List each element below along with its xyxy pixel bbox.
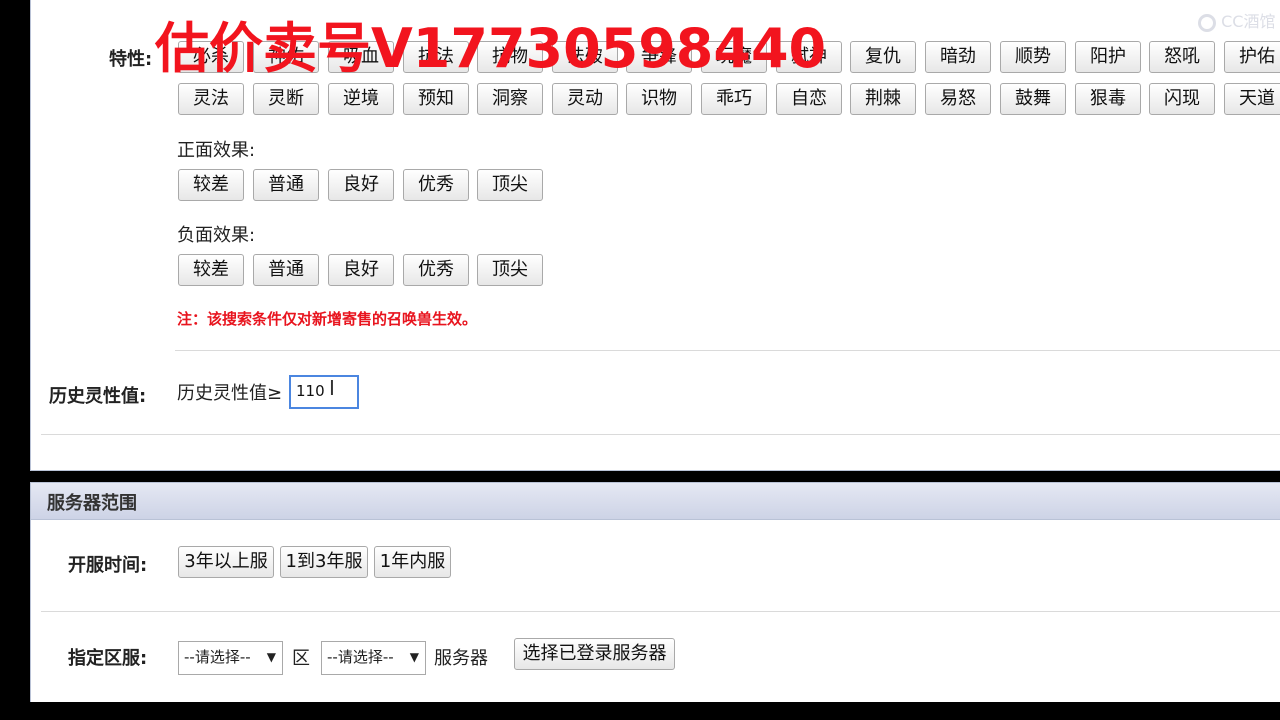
trait-button[interactable]: 天道 [1224, 83, 1280, 115]
positive-effect-button[interactable]: 普通 [253, 169, 319, 201]
dropdown-arrow-icon: ▼ [409, 650, 419, 664]
trait-button[interactable]: 识物 [626, 83, 692, 115]
negative-effect-button[interactable]: 普通 [253, 254, 319, 286]
trait-button[interactable]: 护佑 [1224, 41, 1280, 73]
trait-button[interactable]: 怒吼 [1149, 41, 1215, 73]
zone-unit: 区 [292, 648, 310, 669]
positive-effect-label: 正面效果: [177, 140, 256, 161]
divider [175, 350, 1280, 351]
text-cursor-icon: I [329, 376, 335, 400]
open-time-button[interactable]: 1年内服 [374, 546, 451, 578]
trait-button[interactable]: 灵动 [552, 83, 618, 115]
server-unit: 服务器 [434, 648, 488, 669]
trait-button[interactable]: 复仇 [850, 41, 916, 73]
zone-select-value: --请选择-- [184, 648, 251, 666]
positive-effect-button[interactable]: 较差 [178, 169, 244, 201]
dropdown-arrow-icon: ▼ [266, 650, 276, 664]
logo-text: CC酒馆 [1221, 12, 1276, 31]
zone-label: 指定区服: [68, 648, 148, 669]
history-spirit-input[interactable]: 110 [289, 375, 359, 409]
server-range-header: 服务器范围 [31, 482, 1280, 520]
server-range-title: 服务器范围 [47, 493, 137, 514]
watermark-text: 估价卖号V17730598440 [155, 17, 827, 80]
open-time-button[interactable]: 3年以上服 [178, 546, 274, 578]
negative-effect-button[interactable]: 良好 [328, 254, 394, 286]
zone-select[interactable]: --请选择-- ▼ [178, 641, 283, 675]
negative-effect-label: 负面效果: [177, 225, 256, 246]
select-logged-server-button[interactable]: 选择已登录服务器 [514, 638, 675, 670]
trait-button[interactable]: 顺势 [1000, 41, 1066, 73]
history-spirit-label: 历史灵性值: [49, 386, 147, 407]
trait-button[interactable]: 暗劲 [925, 41, 991, 73]
divider [41, 434, 1280, 435]
trait-button[interactable]: 灵法 [178, 83, 244, 115]
trait-button[interactable]: 荆棘 [850, 83, 916, 115]
server-range-panel: 服务器范围 开服时间: 3年以上服 1到3年服 1年内服 指定区服: --请选择… [30, 482, 1280, 702]
trait-button[interactable]: 灵断 [253, 83, 319, 115]
open-time-button[interactable]: 1到3年服 [280, 546, 368, 578]
trait-button[interactable]: 逆境 [328, 83, 394, 115]
logo-icon [1198, 13, 1216, 32]
history-spirit-prefix: 历史灵性值≥ [177, 383, 283, 404]
divider [41, 611, 1280, 612]
trait-button[interactable]: 闪现 [1149, 83, 1215, 115]
negative-effect-button[interactable]: 较差 [178, 254, 244, 286]
positive-effect-button[interactable]: 顶尖 [477, 169, 543, 201]
trait-button[interactable]: 易怒 [925, 83, 991, 115]
negative-effect-button[interactable]: 顶尖 [477, 254, 543, 286]
trait-button[interactable]: 乖巧 [701, 83, 767, 115]
trait-button[interactable]: 洞察 [477, 83, 543, 115]
traits-label: 特性: [109, 49, 153, 70]
positive-effect-button[interactable]: 优秀 [403, 169, 469, 201]
search-note: 注：该搜索条件仅对新增寄售的召唤兽生效。 [177, 310, 478, 328]
trait-button[interactable]: 鼓舞 [1000, 83, 1066, 115]
server-select[interactable]: --请选择-- ▼ [321, 641, 426, 675]
trait-button[interactable]: 自恋 [776, 83, 842, 115]
open-time-label: 开服时间: [68, 555, 148, 576]
cc-logo: CC酒馆 [1198, 8, 1278, 32]
server-select-value: --请选择-- [327, 648, 394, 666]
positive-effect-button[interactable]: 良好 [328, 169, 394, 201]
trait-button[interactable]: 狠毒 [1075, 83, 1141, 115]
negative-effect-button[interactable]: 优秀 [403, 254, 469, 286]
trait-button[interactable]: 预知 [403, 83, 469, 115]
trait-button[interactable]: 阳护 [1075, 41, 1141, 73]
